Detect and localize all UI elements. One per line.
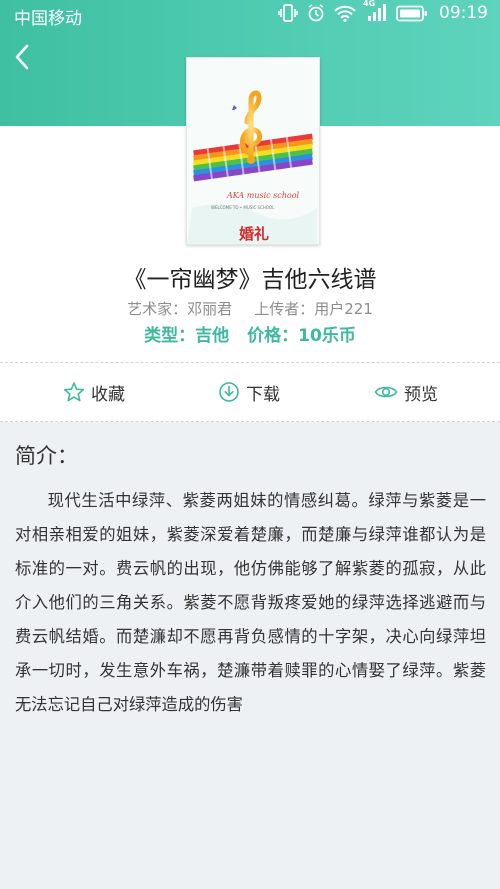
star-icon xyxy=(63,382,85,402)
action-bar: 收藏 下载 预览 xyxy=(0,362,500,422)
download-label: 下载 xyxy=(246,384,280,405)
vibrate-icon xyxy=(278,4,298,22)
back-button[interactable] xyxy=(10,40,40,74)
download-button[interactable]: 下载 xyxy=(218,363,280,421)
alarm-icon xyxy=(307,4,325,22)
chevron-left-icon xyxy=(15,44,29,70)
cover-headline: AKA music school xyxy=(226,191,300,200)
cover-artwork: AKA music school WELCOME TO • MUSIC SCHO… xyxy=(187,58,319,244)
preview-label: 预览 xyxy=(404,384,438,405)
cover-subline: WELCOME TO • MUSIC SCHOOL xyxy=(211,205,275,210)
price-label: 价格：10乐币 xyxy=(247,326,356,346)
favorite-button[interactable]: 收藏 xyxy=(63,363,125,421)
status-bar: 中国移动 4G 09:19 xyxy=(0,0,500,30)
clock: 09:19 xyxy=(439,3,488,23)
type-label: 类型：吉他 xyxy=(144,326,230,346)
cover-logo-text: 婚礼 xyxy=(239,225,269,243)
wifi-icon xyxy=(334,5,356,22)
sheet-cover-image[interactable]: AKA music school WELCOME TO • MUSIC SCHO… xyxy=(186,57,320,245)
type-price-row: 类型：吉他 价格：10乐币 xyxy=(0,321,500,346)
eye-icon xyxy=(374,386,398,398)
favorite-label: 收藏 xyxy=(91,384,125,405)
intro-heading: 简介： xyxy=(15,444,78,468)
artist-label: 艺术家：邓丽君 xyxy=(127,300,233,318)
preview-button[interactable]: 预览 xyxy=(374,363,438,421)
status-icons: 4G 09:19 xyxy=(278,0,488,23)
battery-icon xyxy=(396,5,428,22)
signal-icon: 4G xyxy=(363,0,387,23)
carrier-name: 中国移动 xyxy=(14,9,82,29)
uploader-label: 上传者：用户221 xyxy=(254,300,373,318)
score-title: 《一帘幽梦》吉他六线谱 xyxy=(123,267,377,293)
score-meta: 艺术家：邓丽君 上传者：用户221 xyxy=(0,298,500,319)
network-type: 4G xyxy=(363,0,376,8)
download-icon xyxy=(219,382,239,402)
intro-body: 现代生活中绿萍、紫菱两姐妹的情感纠葛。绿萍与紫菱是一对相亲相爱的姐妹，紫菱深爱着… xyxy=(15,491,486,714)
